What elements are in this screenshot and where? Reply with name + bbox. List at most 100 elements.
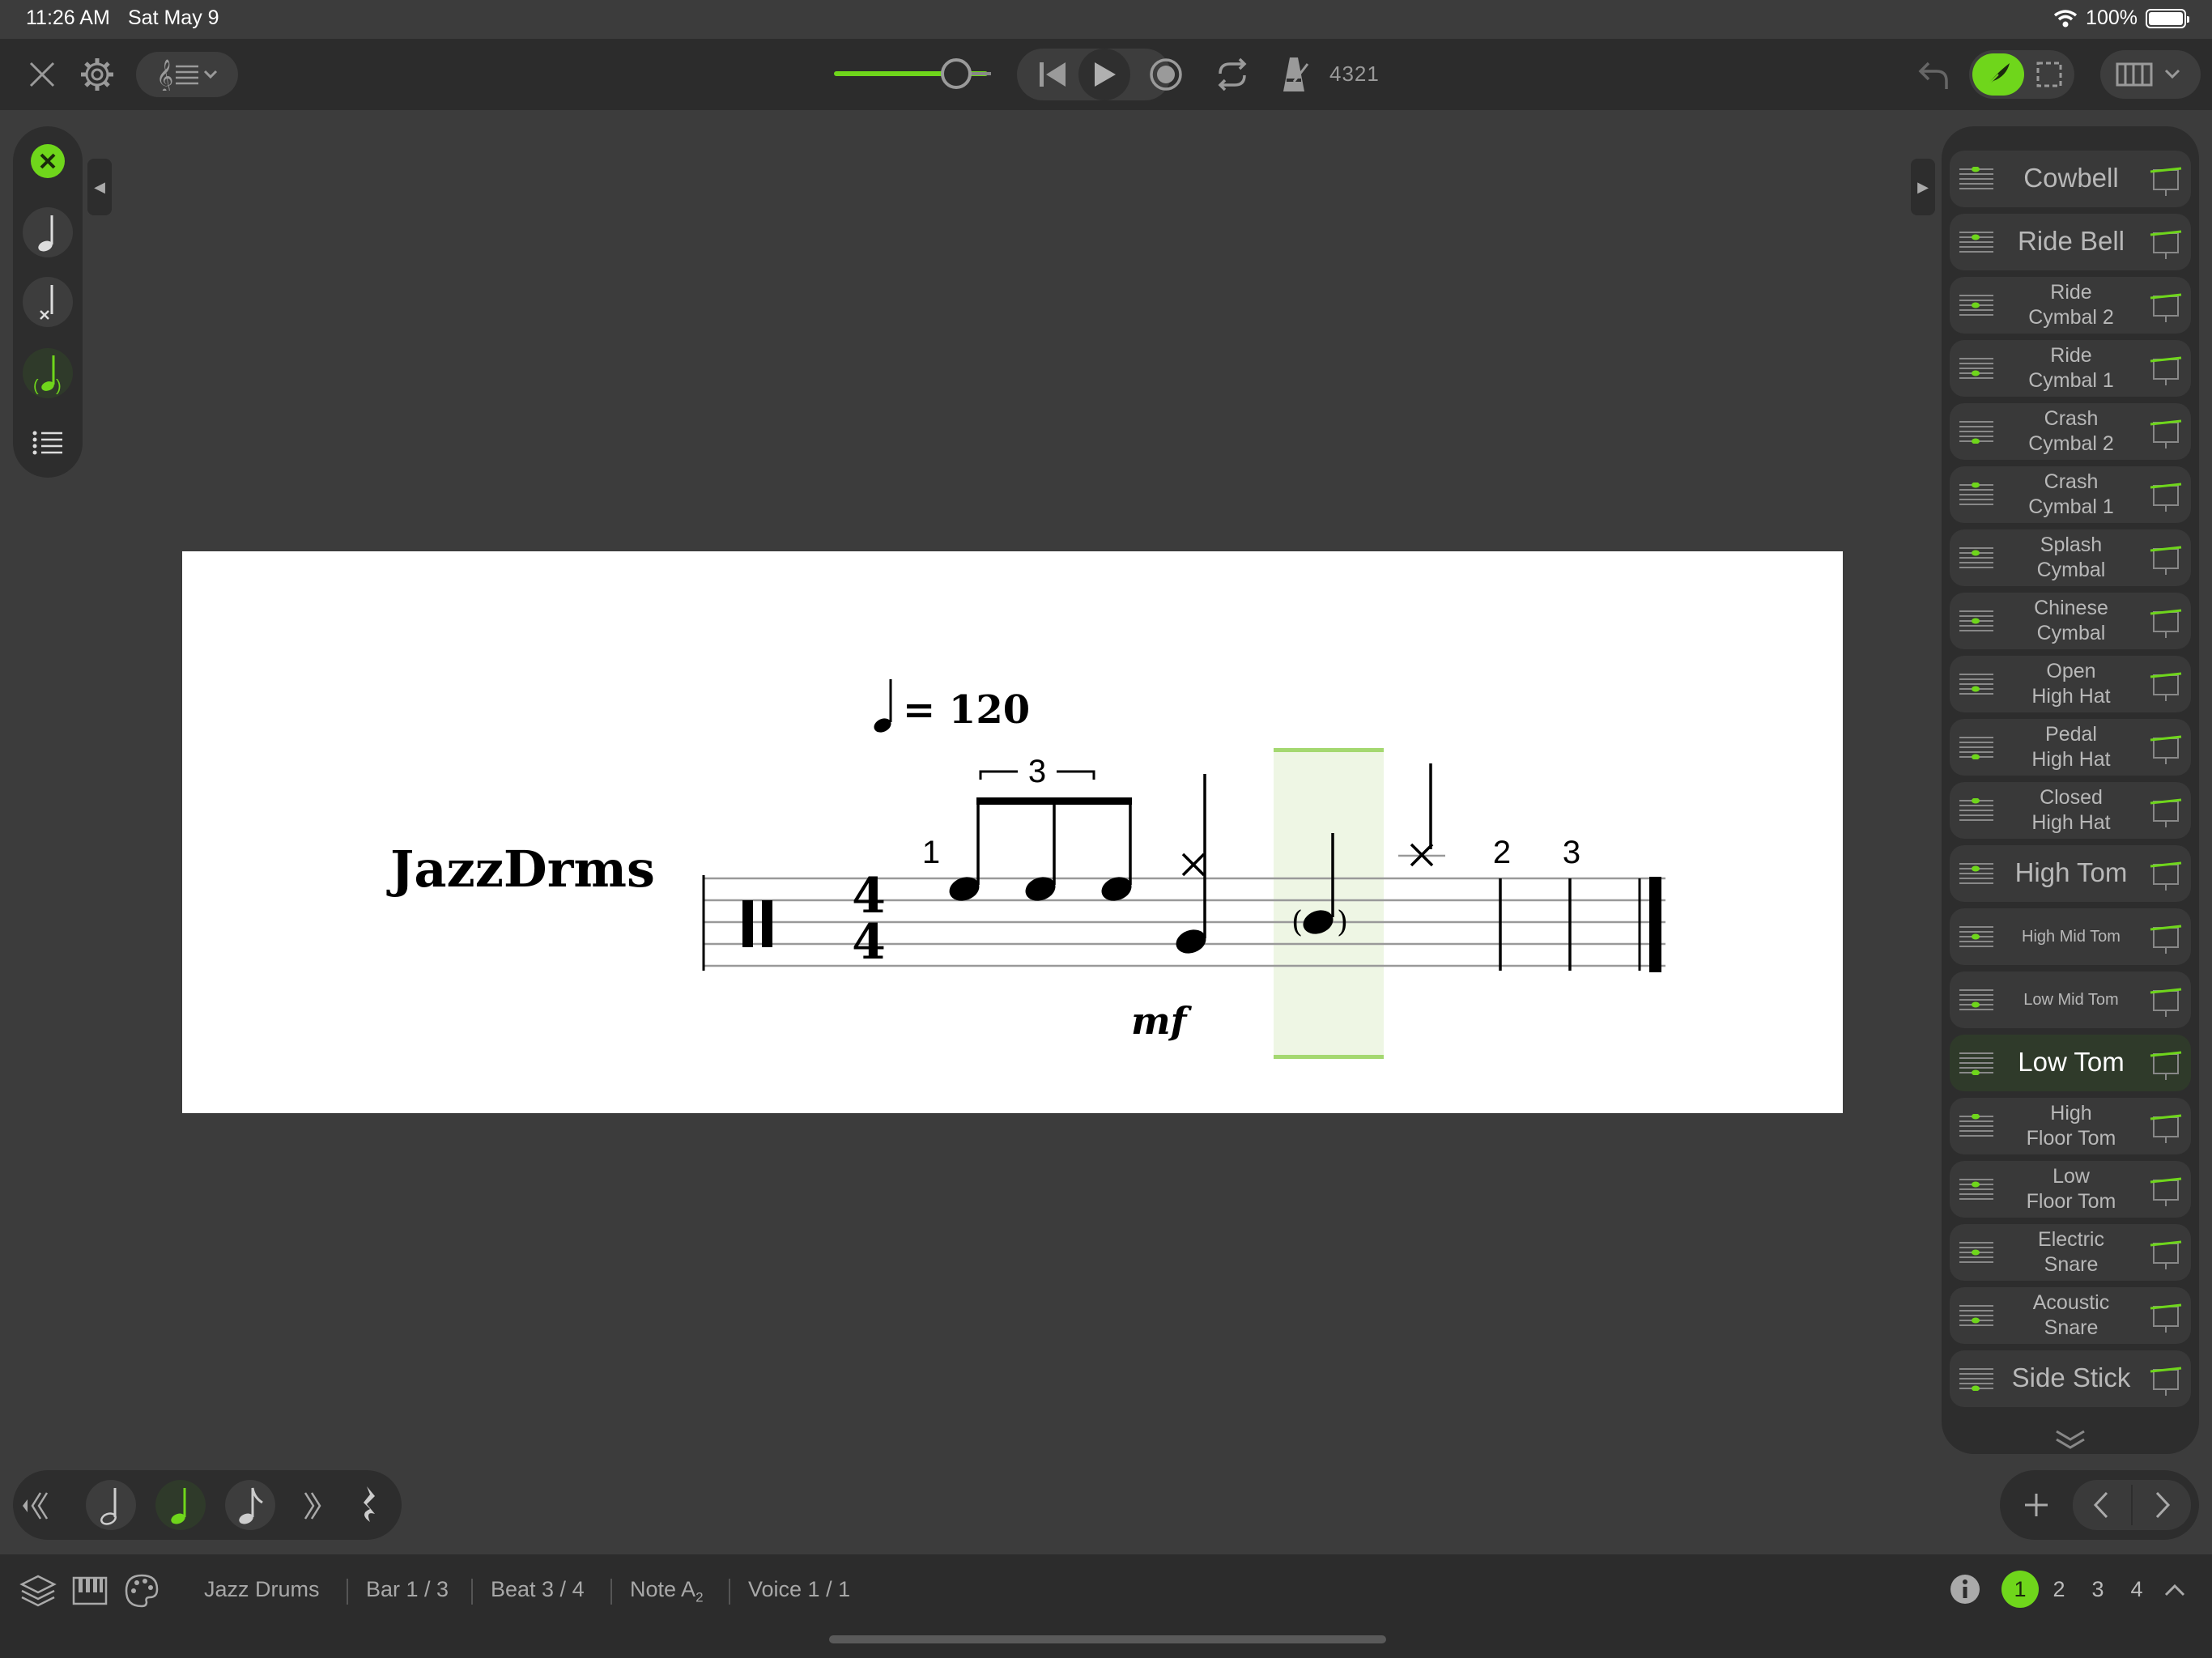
tuplet-button[interactable]	[300, 1488, 332, 1524]
instrument-item[interactable]: Ride Cymbal 2	[1950, 277, 2191, 334]
eighth-note-button[interactable]	[225, 1480, 275, 1530]
play-button[interactable]	[1078, 49, 1130, 100]
metronome-button[interactable]	[1268, 49, 1317, 99]
drum-kit-menu[interactable]	[2100, 50, 2201, 99]
expand-up-button[interactable]	[2159, 1574, 2191, 1606]
duration-scroll-left[interactable]	[21, 1490, 49, 1522]
instrument-item[interactable]: Open High Hat	[1950, 656, 2191, 712]
instrument-item[interactable]: Closed High Hat	[1950, 782, 2191, 839]
staff-position-icon	[1959, 989, 1993, 1010]
undo-button[interactable]	[1909, 50, 1958, 99]
instrument-label-line: Splash	[2040, 534, 2103, 556]
instrument-item[interactable]: High Mid Tom	[1950, 908, 2191, 965]
instrument-item[interactable]: Splash Cymbal	[1950, 529, 2191, 586]
rest-button[interactable]	[353, 1483, 389, 1527]
staff-position-icon	[1959, 1114, 1993, 1137]
mixer-palette-button[interactable]	[121, 1571, 162, 1611]
list-menu-button[interactable]	[23, 418, 73, 468]
instrument-item[interactable]: Chinese Cymbal	[1950, 593, 2191, 649]
instrument-label-line: Electric	[2038, 1228, 2104, 1251]
close-icon	[29, 62, 55, 87]
ghost-note-tool[interactable]: ()	[23, 348, 73, 398]
page-4-button[interactable]: 4	[2118, 1571, 2155, 1608]
quarter-note-tool[interactable]	[23, 207, 73, 257]
previous-button[interactable]	[2076, 1482, 2126, 1528]
volume-slider-thumb[interactable]	[941, 58, 972, 89]
percussion-clef-right	[762, 900, 772, 947]
instrument-label-line: Cymbal 2	[2028, 306, 2114, 329]
bar-number-2: 2	[1493, 835, 1511, 870]
layers-button[interactable]	[18, 1571, 58, 1611]
svg-text:(: (	[33, 377, 39, 394]
selection-bottom-bar	[1274, 1055, 1384, 1059]
half-note-button[interactable]	[86, 1480, 136, 1530]
page-1-button[interactable]: 1	[2001, 1571, 2039, 1608]
instrument-item[interactable]: Cowbell	[1950, 151, 2191, 207]
duration-palette	[13, 1470, 402, 1540]
instrument-item[interactable]: Low Mid Tom	[1950, 971, 2191, 1028]
drum-piece-icon	[2150, 735, 2182, 764]
instrument-item[interactable]: Acoustic Snare	[1950, 1287, 2191, 1344]
quarter-duration-button[interactable]	[155, 1480, 206, 1530]
page-3-button[interactable]: 3	[2079, 1571, 2116, 1608]
staff-position-icon	[1959, 1368, 1993, 1391]
next-button[interactable]	[2138, 1482, 2188, 1528]
pen-mode-button[interactable]	[1972, 53, 2024, 96]
beat-position: Beat 3 / 4	[491, 1577, 585, 1601]
status-bar: 11:26 AM Sat May 9 100%	[0, 0, 2212, 39]
hihat-x-notehead	[1181, 852, 1206, 877]
note-pitch: Note A2	[630, 1577, 704, 1605]
marquee-select-icon	[2036, 62, 2062, 87]
rewind-button[interactable]	[1028, 50, 1077, 99]
instrument-item[interactable]: High Tom	[1950, 845, 2191, 902]
cross-note-tool[interactable]	[23, 277, 73, 327]
instrument-item[interactable]: Crash Cymbal 1	[1950, 466, 2191, 523]
scroll-more-indicator[interactable]	[2053, 1428, 2087, 1451]
close-palette-button[interactable]	[23, 136, 73, 186]
instrument-name[interactable]: Jazz Drums	[204, 1577, 320, 1602]
info-button[interactable]	[1946, 1571, 1984, 1608]
score-view-menu[interactable]: 𝄞	[136, 52, 238, 97]
instrument-label: High Floor Tom	[1998, 1101, 2144, 1151]
collapse-right-panel[interactable]: ▶	[1911, 159, 1935, 215]
instrument-label-line: Closed	[2040, 786, 2103, 809]
svg-text:𝄞: 𝄞	[156, 59, 173, 91]
instrument-item[interactable]: Ride Bell	[1950, 214, 2191, 270]
score-page[interactable]: JazzDrms 4 4 = 120 1 2 3 3 () mf	[182, 551, 1843, 1113]
skip-back-icon	[1040, 62, 1066, 87]
instrument-item[interactable]: Ride Cymbal 1	[1950, 340, 2191, 397]
close-button[interactable]	[18, 50, 66, 99]
record-button[interactable]	[1142, 50, 1190, 99]
instrument-label: Ride Cymbal 1	[1998, 343, 2144, 393]
instrument-item[interactable]: Low Floor Tom	[1950, 1161, 2191, 1218]
piano-keyboard-button[interactable]	[70, 1571, 110, 1611]
chevron-left-icon	[2093, 1491, 2108, 1519]
staff-position-icon	[1959, 863, 1993, 884]
select-mode-button[interactable]	[2029, 55, 2069, 94]
note-octave: 2	[696, 1589, 704, 1605]
settings-button[interactable]	[73, 50, 121, 99]
instrument-panel: Cowbell Ride Bell Ride Cymbal 2 Ride Cymbal 1…	[1942, 126, 2199, 1454]
loop-button[interactable]	[1208, 50, 1257, 99]
instrument-item[interactable]: Low Tom	[1950, 1035, 2191, 1091]
instrument-item[interactable]: High Floor Tom	[1950, 1098, 2191, 1154]
instrument-label-line: Cymbal	[2036, 559, 2106, 581]
count-in-label[interactable]: 4321	[1329, 62, 1380, 87]
page-2-button[interactable]: 2	[2040, 1571, 2078, 1608]
add-button[interactable]	[2011, 1480, 2061, 1530]
staff-position-icon	[1959, 483, 1993, 505]
instrument-label: Electric Snare	[1998, 1227, 2144, 1278]
instrument-label-line: Cymbal 1	[2028, 495, 2114, 518]
instrument-label-line: Cymbal 1	[2028, 369, 2114, 392]
instrument-item[interactable]: Side Stick	[1950, 1350, 2191, 1407]
separator	[471, 1579, 473, 1605]
staff-position-icon	[1959, 232, 1993, 253]
instrument-item[interactable]: Crash Cymbal 2	[1950, 403, 2191, 460]
x-notehead-icon	[40, 285, 53, 320]
drum-piece-icon	[2150, 167, 2182, 196]
instrument-item[interactable]: Electric Snare	[1950, 1224, 2191, 1281]
instrument-item[interactable]: Pedal High Hat	[1950, 719, 2191, 776]
collapse-left-palette[interactable]: ◀	[87, 159, 112, 215]
info-icon	[1950, 1575, 1980, 1604]
separator	[347, 1579, 348, 1605]
